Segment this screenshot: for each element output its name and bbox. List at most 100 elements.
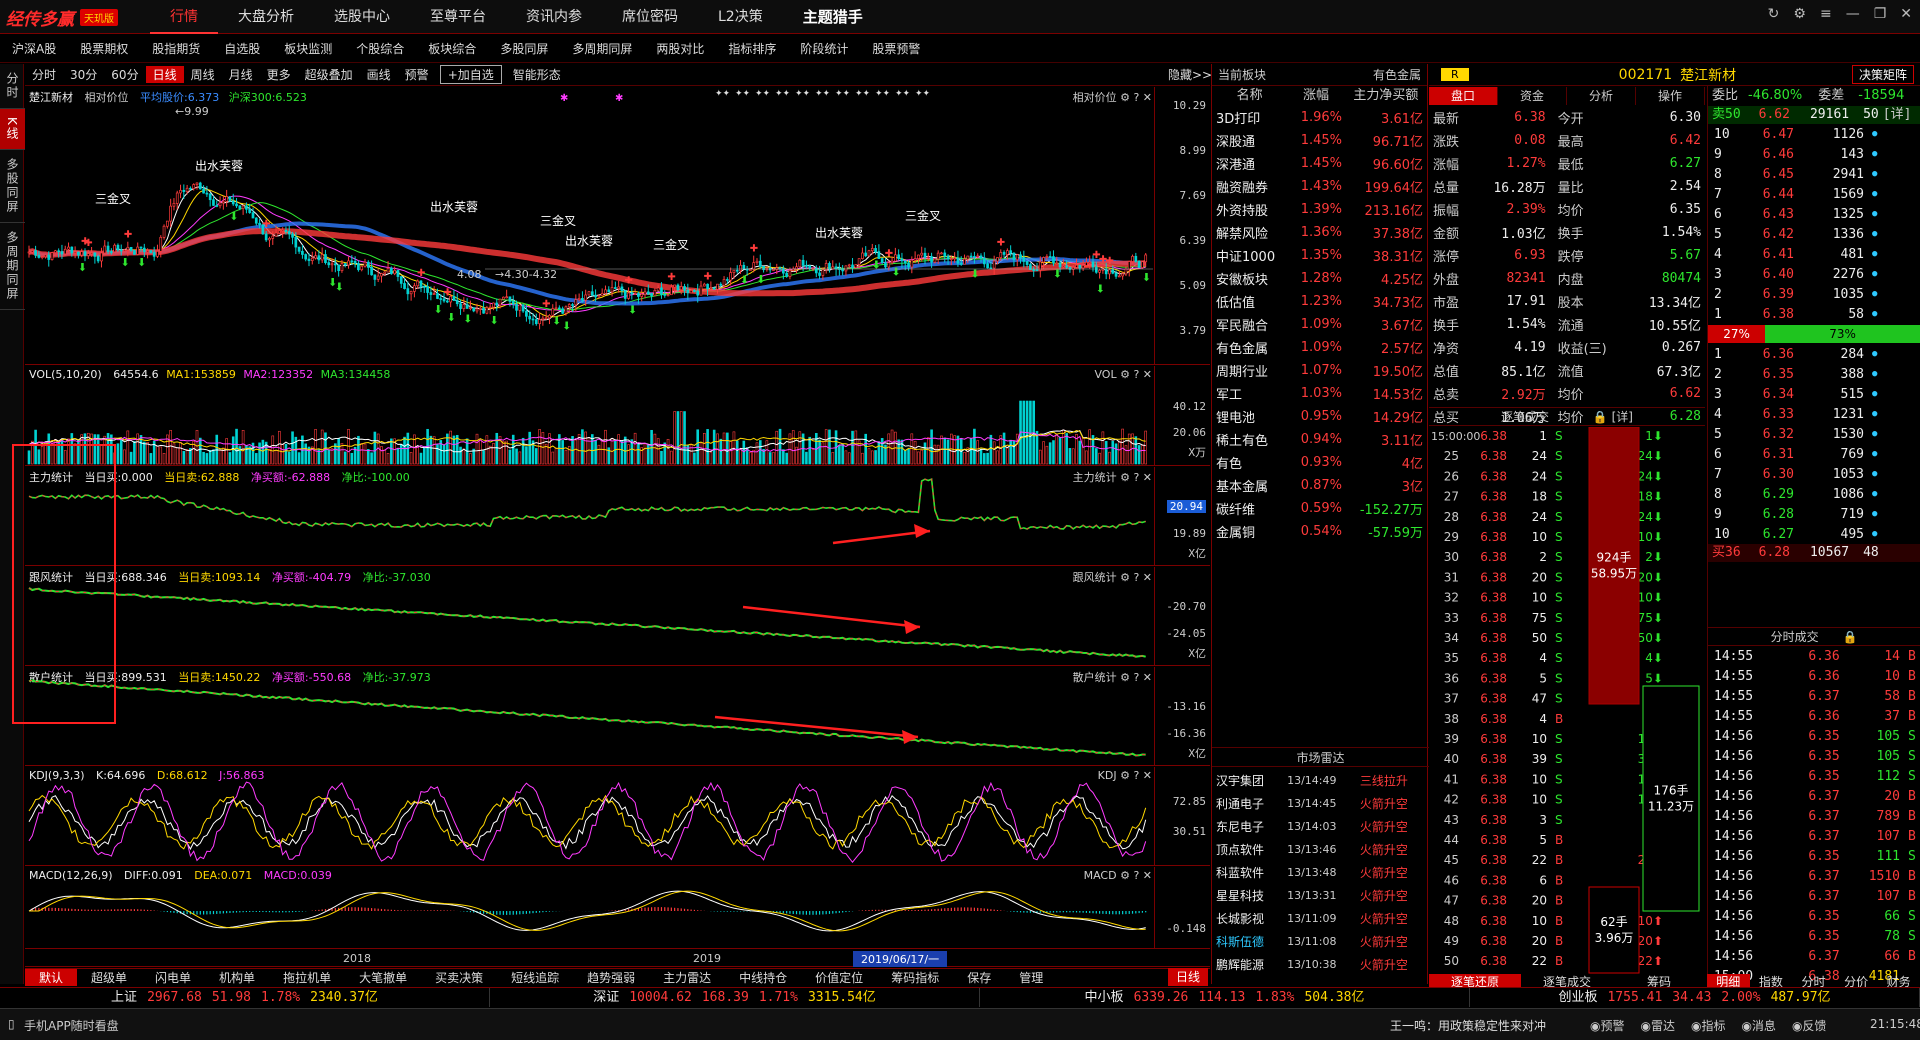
sanhu-chart[interactable] <box>25 667 1153 766</box>
radar-row[interactable]: 科蓝软件 13/13:48 火箭升空 <box>1212 861 1427 884</box>
quote-tab[interactable]: 盘口 <box>1429 87 1498 105</box>
col-name[interactable]: 名称 <box>1212 86 1287 106</box>
indicator-tab[interactable]: 短线追踪 <box>497 969 573 986</box>
period-button[interactable]: 日线 <box>145 66 184 83</box>
book-row[interactable]: 6 6.43 1325 ● <box>1708 204 1920 224</box>
sector-row[interactable]: 锂电池 0.95% 14.29亿 <box>1212 405 1427 428</box>
sell50-detail[interactable]: [详] <box>1883 106 1912 124</box>
book-row[interactable]: 1 6.38 58 ● <box>1708 304 1920 324</box>
phone-icon[interactable]: ▯ <box>8 1017 15 1031</box>
sector-row[interactable]: 有色金属 1.09% 2.57亿 <box>1212 336 1427 359</box>
book-row[interactable]: 2 6.35 388 ● <box>1708 364 1920 384</box>
sector-row[interactable]: 安徽板块 1.28% 4.25亿 <box>1212 267 1427 290</box>
submenu-item[interactable]: 板块综合 <box>416 35 488 62</box>
submenu-item[interactable]: 板块监测 <box>272 35 344 62</box>
feedback-status-button[interactable]: ◉反馈 <box>1792 1017 1826 1034</box>
sector-row[interactable]: 解禁风险 1.36% 37.38亿 <box>1212 221 1427 244</box>
index-item[interactable]: 创业板 1755.41 34.43 2.00% 487.97亿 <box>1470 988 1920 1007</box>
index-item[interactable]: 中小板 6339.26 114.13 1.83% 504.38亿 <box>980 988 1470 1007</box>
sidebar-item[interactable]: 分时 <box>0 64 25 109</box>
period-button[interactable]: 预警 <box>398 66 436 83</box>
submenu-item[interactable]: 指标排序 <box>716 35 788 62</box>
col-netbuy[interactable]: 主力净买额 <box>1345 86 1427 106</box>
radar-row[interactable]: 顶点软件 13/13:46 火箭升空 <box>1212 838 1427 861</box>
hide-button[interactable]: 隐藏>> <box>1168 66 1212 83</box>
sector-row[interactable]: 军民融合 1.09% 3.67亿 <box>1212 313 1427 336</box>
col-change[interactable]: 涨幅 <box>1287 86 1344 106</box>
sector-row[interactable]: 军工 1.03% 14.53亿 <box>1212 382 1427 405</box>
book-row[interactable]: 6 6.31 769 ● <box>1708 444 1920 464</box>
indicator-tab[interactable]: 超级单 <box>77 969 141 986</box>
period-button[interactable]: 30分 <box>63 66 104 83</box>
period-tab[interactable]: 日线 <box>1168 968 1208 986</box>
period-button[interactable]: 周线 <box>184 66 222 83</box>
book-row[interactable]: 1 6.36 284 ● <box>1708 344 1920 364</box>
sector-row[interactable]: 外资持股 1.39% 213.16亿 <box>1212 198 1427 221</box>
period-button[interactable]: 更多 <box>260 66 298 83</box>
menu-item[interactable]: 至尊平台 <box>410 0 506 34</box>
sector-row[interactable]: 金属铜 0.54% -57.59万 <box>1212 520 1427 543</box>
close-icon[interactable]: ✕ <box>1900 6 1912 22</box>
kdj-chart[interactable] <box>25 767 1153 866</box>
sector-row[interactable]: 深港通 1.45% 96.60亿 <box>1212 152 1427 175</box>
macd-panel[interactable]: MACD(12,26,9) DIFF:0.091 DEA:0.071 MACD:… <box>25 867 1210 949</box>
sector-row[interactable]: 稀土有色 0.94% 3.11亿 <box>1212 428 1427 451</box>
sector-row[interactable]: 深股通 1.45% 96.71亿 <box>1212 129 1427 152</box>
radar-row[interactable]: 鹏辉能源 13/10:38 火箭升空 <box>1212 953 1427 976</box>
sector-row[interactable]: 低估值 1.23% 34.73亿 <box>1212 290 1427 313</box>
bell-status-button[interactable]: ◉预警 <box>1590 1017 1624 1034</box>
genfeng-panel[interactable]: 跟风统计 当日买:688.346 当日卖:1093.14 净买额:-404.79… <box>25 567 1210 666</box>
book-row[interactable]: 5 6.32 1530 ● <box>1708 424 1920 444</box>
book-row[interactable]: 10 6.47 1126 ● <box>1708 124 1920 144</box>
indicator-tab[interactable]: 管理 <box>1005 969 1057 986</box>
sidebar-item[interactable]: K线 <box>0 109 25 150</box>
indicator-tab[interactable]: 价值定位 <box>801 969 877 986</box>
period-button[interactable]: 月线 <box>222 66 260 83</box>
indicator-tab[interactable]: 主力雷达 <box>649 969 725 986</box>
period-button[interactable]: 超级叠加 <box>298 66 360 83</box>
macd-chart[interactable] <box>25 867 1153 949</box>
sector-row[interactable]: 碳纤维 0.59% -152.27万 <box>1212 497 1427 520</box>
book-row[interactable]: 7 6.44 1569 ● <box>1708 184 1920 204</box>
sidebar-item[interactable]: 多股同屏 <box>0 150 25 223</box>
lock-icon[interactable]: 🔒 <box>1593 410 1608 424</box>
radar-status-button[interactable]: ◉雷达 <box>1640 1017 1674 1034</box>
sanhu-panel[interactable]: 散户统计 当日买:899.531 当日卖:1450.22 净买额:-550.68… <box>25 667 1210 766</box>
submenu-item[interactable]: 个股综合 <box>344 35 416 62</box>
submenu-item[interactable]: 自选股 <box>212 35 272 62</box>
radar-row[interactable]: 科斯伍德 13/11:08 火箭升空 <box>1212 930 1427 953</box>
book-row[interactable]: 2 6.39 1035 ● <box>1708 284 1920 304</box>
submenu-item[interactable]: 多周期同屏 <box>560 35 644 62</box>
submenu-item[interactable]: 多股同屏 <box>488 35 560 62</box>
indicator-tab[interactable]: 筹码指标 <box>877 969 953 986</box>
menu-item[interactable]: 选股中心 <box>314 0 410 34</box>
decision-matrix-button[interactable]: 决策矩阵 <box>1851 65 1914 84</box>
indicator-tab[interactable]: 闪电单 <box>141 969 205 986</box>
submenu-item[interactable]: 两股对比 <box>644 35 716 62</box>
radar-row[interactable]: 利通电子 13/14:45 火箭升空 <box>1212 792 1427 815</box>
book-row[interactable]: 10 6.27 495 ● <box>1708 524 1920 544</box>
book-row[interactable]: 7 6.30 1053 ● <box>1708 464 1920 484</box>
book-row[interactable]: 5 6.42 1336 ● <box>1708 224 1920 244</box>
indicator-status-button[interactable]: ◉指标 <box>1691 1017 1725 1034</box>
period-button[interactable]: +加自选 <box>439 65 502 84</box>
kdj-panel[interactable]: KDJ(9,3,3) K:64.696 D:68.612 J:56.863 KD… <box>25 767 1210 866</box>
menu-icon[interactable]: ≡ <box>1820 6 1832 22</box>
indicator-tab[interactable]: 保存 <box>953 969 1005 986</box>
settings-icon[interactable]: ⚙ <box>1793 6 1806 22</box>
radar-row[interactable]: 汉宇集团 13/14:49 三线拉升 <box>1212 769 1427 792</box>
sector-header-right[interactable]: 有色金属 <box>1373 64 1421 85</box>
menu-item[interactable]: 资讯内参 <box>506 0 602 34</box>
indicator-tab[interactable]: 大笔撤单 <box>345 969 421 986</box>
book-row[interactable]: 9 6.46 143 ● <box>1708 144 1920 164</box>
sidebar-item[interactable]: 多周期同屏 <box>0 223 25 310</box>
book-row[interactable]: 4 6.33 1231 ● <box>1708 404 1920 424</box>
sector-row[interactable]: 周期行业 1.07% 19.50亿 <box>1212 359 1427 382</box>
kline-panel[interactable]: 楚江新材 相对价位 平均股价:6.373 沪深300:6.523 相对价位 ⚙ … <box>25 87 1210 365</box>
genfeng-chart[interactable] <box>25 567 1153 666</box>
period-button[interactable]: 画线 <box>360 66 398 83</box>
kline-chart[interactable]: ⬇✚✚⬇✚⬇⬇✚⬇⬇✚⬇✚⬇ ⬇ ⬇✚⬇ ⬇✚⬇✚ ✚ ⬇✚⬇⬇✚⬇ ⬇✚⬇✚⬇✚✚⬇三金叉… <box>25 87 1153 365</box>
submenu-item[interactable]: 沪深A股 <box>0 35 68 62</box>
submenu-item[interactable]: 阶段统计 <box>788 35 860 62</box>
sector-row[interactable]: 融资融券 1.43% 199.64亿 <box>1212 175 1427 198</box>
